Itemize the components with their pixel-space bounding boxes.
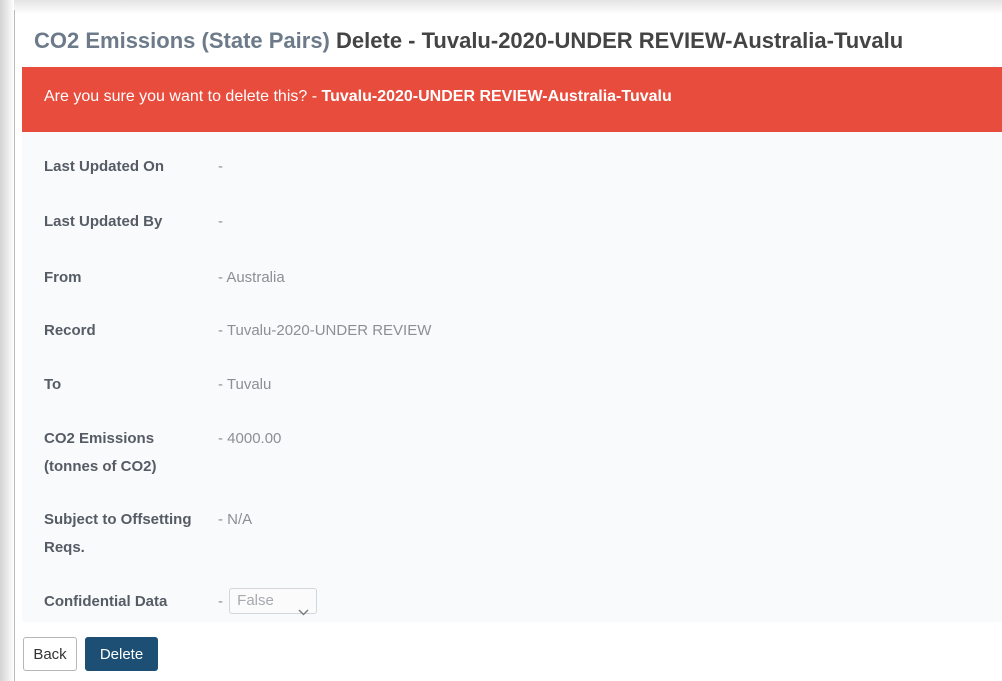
field-label-subject-to-offsetting: Subject to Offsetting Reqs. bbox=[44, 506, 192, 562]
page-title-entity: CO2 Emissions (State Pairs) bbox=[34, 28, 330, 53]
delete-confirmation-alert: Are you sure you want to delete this? - … bbox=[22, 67, 1002, 132]
field-label-co2-emissions-line2: (tonnes of CO2) bbox=[44, 458, 157, 475]
window-shadow-left bbox=[0, 0, 14, 681]
field-value-from: - Australia bbox=[218, 269, 285, 286]
field-label-from: From bbox=[44, 269, 82, 286]
field-label-record: Record bbox=[44, 322, 96, 339]
field-value-record: - Tuvalu-2020-UNDER REVIEW bbox=[218, 322, 432, 339]
field-label-co2-emissions-line1: CO2 Emissions bbox=[44, 430, 155, 447]
delete-button[interactable]: Delete bbox=[85, 637, 158, 671]
alert-message: Are you sure you want to delete this? - … bbox=[44, 88, 672, 106]
field-label-subject-to-offsetting-line2: Reqs. bbox=[44, 539, 85, 556]
alert-record-name: Tuvalu-2020-UNDER REVIEW-Australia-Tuval… bbox=[321, 88, 672, 105]
field-value-last-updated-on: - bbox=[218, 158, 223, 175]
page-title-action: Delete - Tuvalu-2020-UNDER REVIEW-Austra… bbox=[336, 28, 904, 53]
confidential-data-prefix: - bbox=[218, 593, 223, 610]
page-title: CO2 Emissions (State Pairs) Delete - Tuv… bbox=[34, 26, 903, 56]
window-shadow-top bbox=[0, 0, 1002, 14]
chevron-down-icon bbox=[298, 598, 309, 626]
field-value-subject-to-offsetting: - N/A bbox=[218, 511, 253, 528]
field-label-co2-emissions: CO2 Emissions (tonnes of CO2) bbox=[44, 425, 157, 481]
field-label-last-updated-on: Last Updated On bbox=[44, 158, 165, 175]
field-label-to: To bbox=[44, 376, 62, 393]
app-window: CO2 Emissions (State Pairs) Delete - Tuv… bbox=[0, 0, 1002, 681]
field-label-subject-to-offsetting-line1: Subject to Offsetting bbox=[44, 511, 192, 528]
field-value-confidential-data: - False bbox=[218, 588, 318, 616]
confidential-data-select[interactable]: False bbox=[229, 588, 318, 616]
field-value-last-updated-by: - bbox=[218, 213, 223, 230]
confidential-data-select-value: False bbox=[237, 592, 274, 610]
alert-question: Are you sure you want to delete this? - bbox=[44, 88, 322, 105]
back-button[interactable]: Back bbox=[23, 637, 77, 671]
field-label-last-updated-by: Last Updated By bbox=[44, 213, 163, 230]
field-label-confidential-data: Confidential Data bbox=[44, 593, 168, 610]
field-value-to: - Tuvalu bbox=[218, 376, 272, 393]
window-left-border bbox=[14, 10, 15, 681]
field-value-co2-emissions: - 4000.00 bbox=[218, 430, 282, 447]
